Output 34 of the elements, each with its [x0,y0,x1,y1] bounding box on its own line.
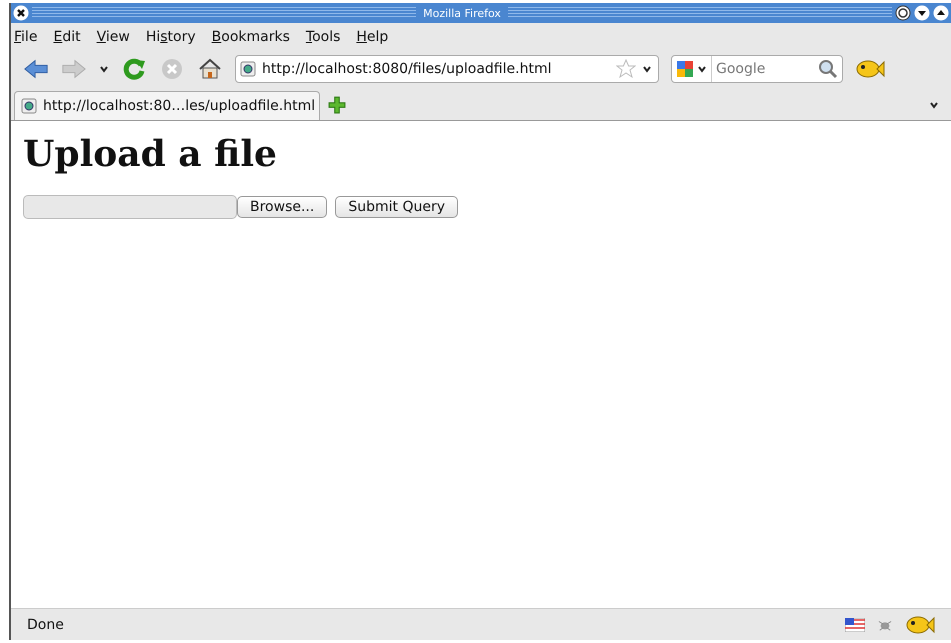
menu-item[interactable]: Help [356,29,388,45]
shade-down-icon[interactable] [914,5,930,21]
search-icon[interactable] [818,59,838,79]
submit-button[interactable]: Submit Query [335,196,458,218]
reload-icon[interactable] [121,57,147,81]
search-engine-logo-icon [676,60,694,78]
menu-item[interactable]: History [146,29,196,45]
menu-item[interactable]: Edit [53,29,81,45]
back-arrow-icon[interactable] [23,57,49,81]
tab-list-caret-icon[interactable] [929,100,939,110]
maximize-icon[interactable] [933,5,949,21]
menu-item[interactable]: View [96,29,130,45]
caret-icon[interactable] [99,64,109,74]
window-title: Mozilla Firefox [422,6,502,20]
browser-tab[interactable]: http://localhost:80…les/uploadfile.html [14,91,320,120]
page-heading: Upload a file [23,133,278,175]
menu-item[interactable]: Tools [306,29,340,45]
home-icon[interactable] [197,57,223,81]
caret-icon [697,64,707,74]
address-field[interactable]: http://localhost:8080/files/uploadfile.html [235,55,659,83]
search-bar[interactable]: Google [671,55,843,83]
file-path-field[interactable] [23,195,237,219]
menu-item[interactable]: Bookmarks [212,29,290,45]
menu-item[interactable]: File [14,29,38,45]
minimize-icon[interactable] [895,5,911,21]
status-text: Done [27,616,64,632]
browse-button[interactable]: Browse... [237,196,328,218]
new-tab-plus-icon[interactable] [328,96,346,114]
flag-icon[interactable] [845,618,865,632]
globe-icon [240,61,256,77]
globe-icon [21,98,37,114]
close-icon[interactable] [13,5,29,21]
caret-icon[interactable] [642,64,652,74]
star-icon[interactable] [616,59,636,79]
